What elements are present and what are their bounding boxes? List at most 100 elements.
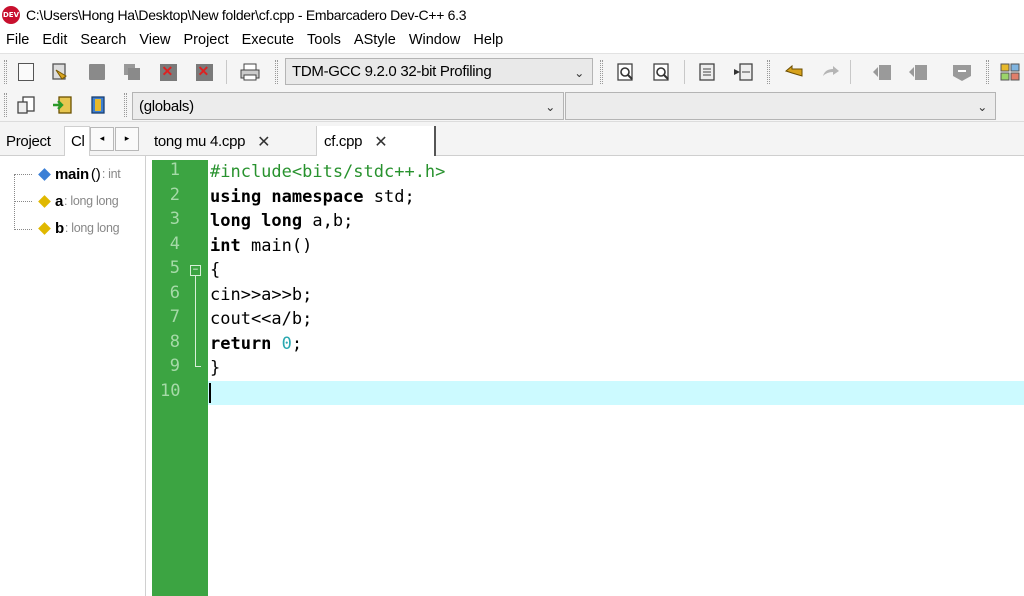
tree-item-a[interactable]: a : long long (38, 191, 119, 211)
code-line-1: #include<bits/stdc++.h> (210, 162, 446, 182)
open-file-button[interactable] (48, 60, 72, 84)
class-toolbar: (globals) ⌄ ⌄ (0, 89, 1024, 122)
unindent-button[interactable] (906, 60, 930, 84)
replace-icon (653, 63, 669, 81)
tab-label: cf.cpp (324, 132, 363, 150)
menu-bar: File Edit Search View Project Execute To… (0, 29, 1024, 51)
code-line-9: } (210, 358, 221, 378)
scope-select[interactable]: (globals) ⌄ (132, 92, 564, 120)
toolbar-grip[interactable] (600, 60, 603, 84)
toggle-comment-button[interactable] (950, 60, 974, 84)
code-text: main() (240, 236, 313, 256)
bookmarks-button[interactable] (86, 93, 110, 117)
line-number: 8 (169, 332, 180, 352)
undo-button[interactable] (782, 60, 806, 84)
line-number: 6 (169, 283, 180, 303)
title-bar: DEV C:\Users\Hong Ha\Desktop\New folder\… (0, 0, 1024, 29)
main-toolbar: TDM-GCC 9.2.0 32-bit Profiling ⌄ (0, 53, 1024, 89)
code-line-5: { (210, 260, 221, 280)
close-all-button[interactable] (192, 60, 216, 84)
toolbar-grip[interactable] (767, 60, 770, 84)
close-all-icon (195, 63, 213, 81)
tree-connector (14, 201, 32, 202)
window-title: C:\Users\Hong Ha\Desktop\New folder\cf.c… (26, 6, 467, 23)
tab-tong-mu-4[interactable]: tong mu 4.cpp ✕ (154, 126, 314, 156)
code-line-2: using namespace std; (210, 185, 415, 209)
menu-project[interactable]: Project (178, 32, 235, 48)
fold-toggle-icon[interactable]: − (190, 265, 201, 276)
menu-view[interactable]: View (133, 32, 176, 48)
chevron-right-icon: ▸ (124, 134, 130, 144)
open-file-icon (52, 63, 67, 80)
goto-line-button[interactable] (695, 60, 719, 84)
toggle-bookmark-button[interactable] (731, 60, 755, 84)
code-text: std; (363, 187, 415, 207)
chevron-left-icon: ◂ (99, 134, 105, 144)
symbol-type: : long long (64, 194, 119, 208)
tree-connector (14, 174, 32, 175)
scroll-right-button[interactable]: ▸ (115, 127, 139, 151)
tree-item-b[interactable]: b : long long (38, 218, 120, 238)
menu-astyle[interactable]: AStyle (348, 32, 402, 48)
code-line-4: int main() (210, 234, 312, 258)
text-cursor (209, 383, 211, 403)
code-text: ; (291, 334, 303, 354)
compiler-select[interactable]: TDM-GCC 9.2.0 32-bit Profiling ⌄ (285, 58, 593, 85)
menu-search[interactable]: Search (74, 32, 132, 48)
new-class-icon (17, 96, 35, 114)
keyword: return (210, 334, 272, 354)
redo-button[interactable] (818, 60, 842, 84)
symbol-name: main (55, 165, 89, 183)
scroll-left-button[interactable]: ◂ (90, 127, 114, 151)
close-icon[interactable]: ✕ (374, 132, 387, 151)
member-select[interactable]: ⌄ (565, 92, 996, 120)
code-line-3: long long a,b; (210, 209, 353, 233)
compiler-select-value: TDM-GCC 9.2.0 32-bit Profiling (292, 63, 492, 80)
devcpp-app-icon[interactable]: DEV (2, 5, 20, 24)
close-icon[interactable]: ✕ (257, 132, 270, 151)
tree-item-main[interactable]: main () : int (38, 164, 121, 184)
grid-icon (1000, 63, 1020, 81)
print-button[interactable] (238, 60, 262, 84)
line-number-gutter[interactable]: 1 2 3 4 5 6 7 8 9 10 − (152, 160, 208, 596)
tab-cf-cpp[interactable]: cf.cpp ✕ (316, 126, 436, 156)
toolbar-grip[interactable] (986, 60, 989, 84)
menu-help[interactable]: Help (467, 32, 509, 48)
code-editor[interactable]: #include<bits/stdc++.h> using namespace … (208, 160, 1024, 596)
menu-execute[interactable]: Execute (236, 32, 300, 48)
toolbar-grip[interactable] (124, 93, 127, 117)
code-line-6: cin>>a>>b; (210, 285, 313, 305)
tab-project[interactable]: Project (4, 126, 62, 156)
symbol-type: : long long (64, 221, 120, 235)
menu-edit[interactable]: Edit (36, 32, 73, 48)
close-file-button[interactable] (156, 60, 180, 84)
menu-window[interactable]: Window (403, 32, 467, 48)
current-line-highlight (208, 381, 1024, 405)
save-all-icon (124, 64, 140, 80)
insert-button[interactable] (50, 93, 74, 117)
menu-file[interactable]: File (0, 32, 35, 48)
new-file-button[interactable] (14, 60, 38, 84)
new-class-button[interactable] (14, 93, 38, 117)
save-all-button[interactable] (120, 60, 144, 84)
replace-button[interactable] (650, 60, 674, 84)
scope-select-value: (globals) (139, 97, 194, 115)
toolbar-grip[interactable] (275, 60, 278, 84)
layout-button[interactable] (998, 60, 1022, 84)
bookmarks-icon (91, 96, 105, 114)
save-button[interactable] (85, 60, 109, 84)
comment-icon (953, 65, 971, 81)
menu-tools[interactable]: Tools (301, 32, 347, 48)
indent-button[interactable] (870, 60, 894, 84)
toolbar-grip[interactable] (4, 93, 7, 117)
fold-end (195, 366, 201, 367)
fold-line (195, 276, 196, 366)
symbol-type: : int (101, 167, 121, 181)
chevron-down-icon: ⌄ (574, 66, 584, 80)
find-button[interactable] (614, 60, 638, 84)
tab-classes[interactable]: Cl (64, 126, 90, 156)
chevron-down-icon: ⌄ (977, 100, 987, 114)
line-number: 5 (169, 258, 180, 278)
chevron-down-icon: ⌄ (545, 100, 555, 114)
toolbar-grip[interactable] (4, 60, 7, 84)
